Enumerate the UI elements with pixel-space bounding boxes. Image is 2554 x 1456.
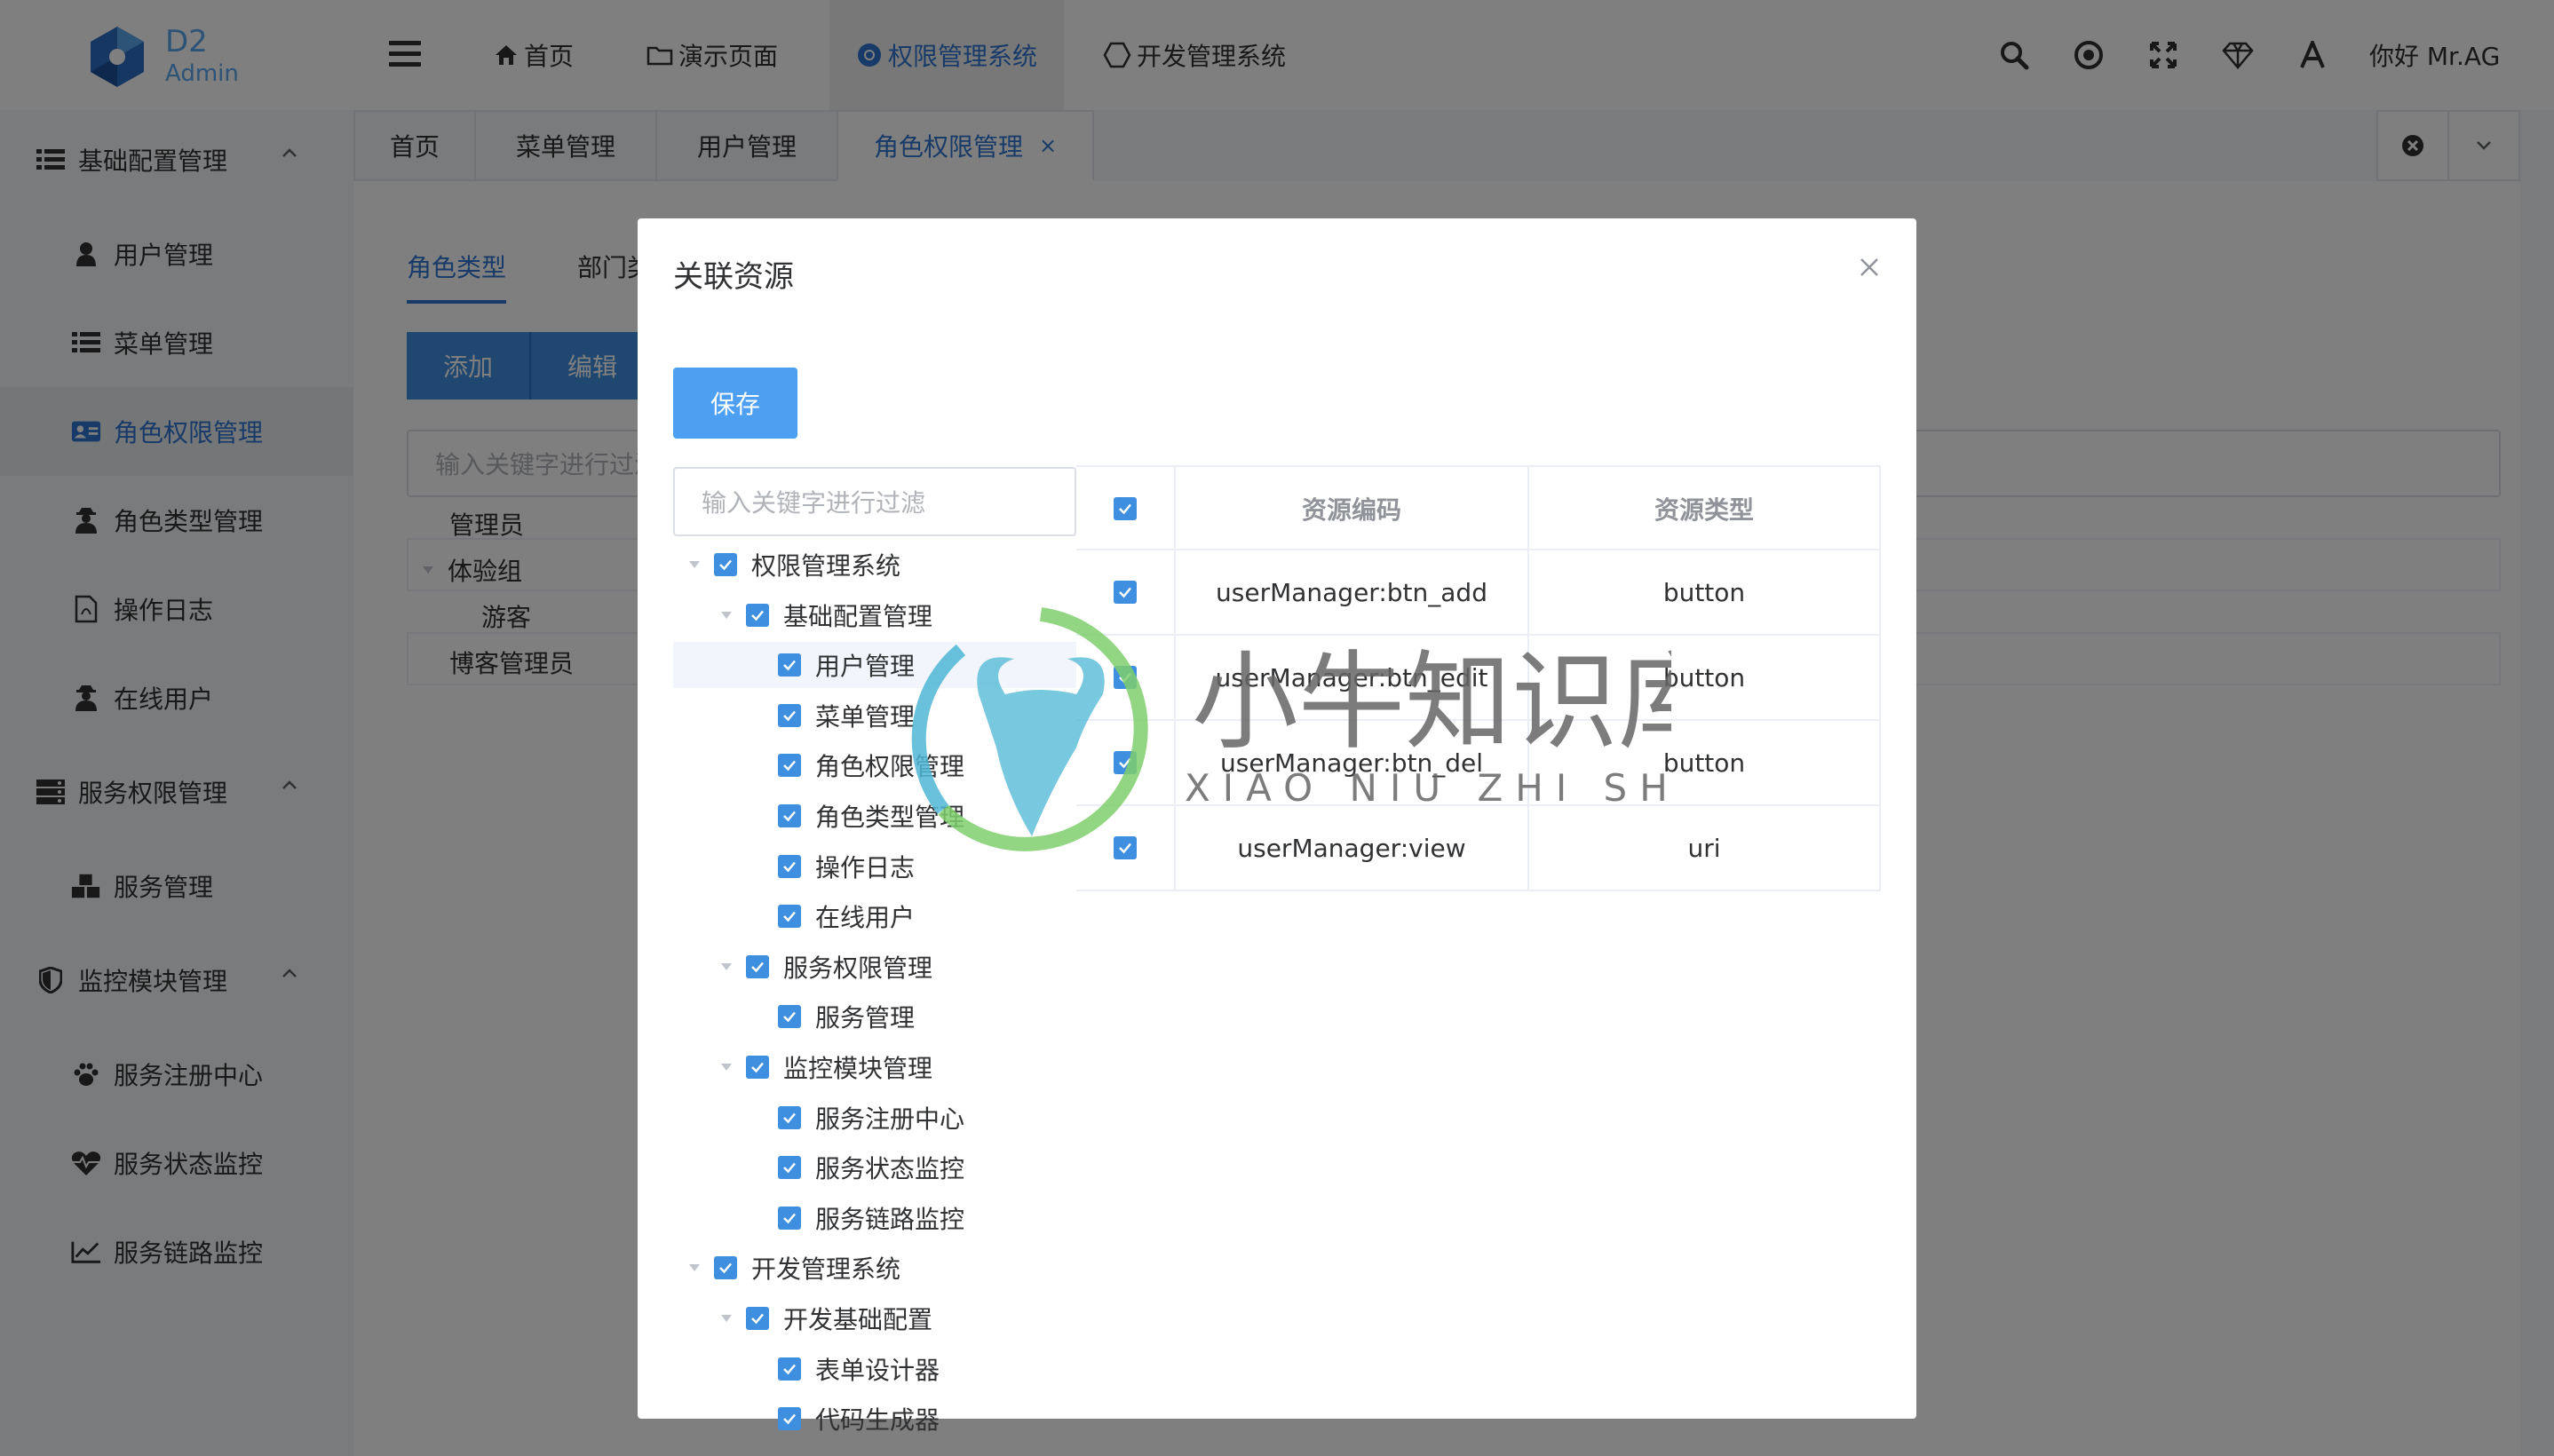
checkbox-checked-icon[interactable] [746, 604, 769, 627]
tree-node-label: 代码生成器 [815, 1405, 940, 1435]
tree-node[interactable]: 代码生成器 [673, 1396, 1076, 1442]
tree-node-label: 权限管理系统 [751, 551, 901, 581]
tree-node[interactable]: 服务链路监控 [673, 1195, 1076, 1241]
checkbox-checked-icon[interactable] [714, 1256, 737, 1279]
tree-node-label: 服务注册中心 [815, 1104, 965, 1134]
watermark: 小牛知识库 XIAO NIU ZHI SHI KU [911, 607, 1671, 851]
checkbox-checked-icon[interactable] [778, 653, 801, 677]
watermark-subtext: XIAO NIU ZHI SHI KU [1185, 766, 1671, 810]
tree-node-label: 用户管理 [815, 652, 916, 681]
tree-node-label: 服务链路监控 [815, 1205, 965, 1234]
watermark-text: 小牛知识库 [1192, 641, 1671, 764]
caret-down-icon[interactable] [719, 960, 734, 974]
checkbox-checked-icon[interactable] [778, 1005, 801, 1028]
checkbox-checked-icon[interactable] [778, 1106, 801, 1129]
caret-down-icon[interactable] [719, 1311, 734, 1325]
save-button[interactable]: 保存 [673, 368, 797, 439]
tree-node-label: 菜单管理 [815, 702, 916, 732]
caret-down-icon[interactable] [687, 558, 702, 572]
checkbox-checked-icon[interactable] [778, 1407, 801, 1430]
tree-node-label: 开发管理系统 [751, 1254, 901, 1284]
tree-node[interactable]: 服务状态监控 [673, 1144, 1076, 1191]
tree-node[interactable]: 权限管理系统 [673, 542, 1076, 588]
table-header: 资源编码 资源类型 [1076, 465, 1881, 550]
checkbox-checked-icon[interactable] [746, 1056, 769, 1079]
caret-down-icon[interactable] [719, 608, 734, 622]
checkbox-checked-icon[interactable] [714, 553, 737, 576]
tree-node-label: 服务状态监控 [815, 1154, 965, 1183]
tree-node-label: 服务权限管理 [783, 954, 933, 983]
checkbox-checked-icon[interactable] [778, 855, 801, 878]
caret-down-icon[interactable] [719, 1060, 734, 1074]
tree-node-label: 开发基础配置 [783, 1305, 933, 1334]
checkbox-checked-icon[interactable] [778, 754, 801, 777]
checkbox-checked-icon[interactable] [778, 1357, 801, 1381]
tree-node-label: 在线用户 [815, 903, 916, 932]
checkbox-checked-icon[interactable] [778, 704, 801, 727]
tree-node[interactable]: 服务权限管理 [673, 944, 1076, 990]
checkbox-checked-icon[interactable] [1114, 497, 1137, 520]
checkbox-checked-icon[interactable] [778, 1156, 801, 1179]
tree-node[interactable]: 表单设计器 [673, 1346, 1076, 1392]
header-resource-code: 资源编码 [1174, 467, 1527, 550]
tree-node[interactable]: 开发管理系统 [673, 1245, 1076, 1291]
checkbox-checked-icon[interactable] [746, 1307, 769, 1330]
checkbox-checked-icon[interactable] [778, 905, 801, 928]
tree-node[interactable]: 监控模块管理 [673, 1044, 1076, 1090]
close-icon[interactable] [1856, 254, 1883, 281]
dialog-title: 关联资源 [673, 259, 794, 295]
tree-node-label: 表单设计器 [815, 1356, 940, 1385]
header-select-all[interactable] [1076, 467, 1174, 550]
header-resource-type: 资源类型 [1527, 467, 1879, 550]
tree-node-label: 操作日志 [815, 853, 916, 882]
tree-node[interactable]: 开发基础配置 [673, 1295, 1076, 1341]
resource-filter-input[interactable]: 输入关键字进行过滤 [673, 467, 1076, 536]
caret-down-icon[interactable] [687, 1261, 702, 1275]
tree-node[interactable]: 在线用户 [673, 893, 1076, 939]
tree-node[interactable]: 服务管理 [673, 993, 1076, 1040]
tree-node-label: 监控模块管理 [783, 1054, 933, 1083]
bull-logo-icon [911, 607, 1148, 851]
checkbox-checked-icon[interactable] [778, 1207, 801, 1230]
checkbox-checked-icon[interactable] [778, 804, 801, 827]
tree-node-label: 服务管理 [815, 1003, 916, 1033]
checkbox-checked-icon[interactable] [746, 955, 769, 978]
tree-node[interactable]: 服务注册中心 [673, 1095, 1076, 1141]
